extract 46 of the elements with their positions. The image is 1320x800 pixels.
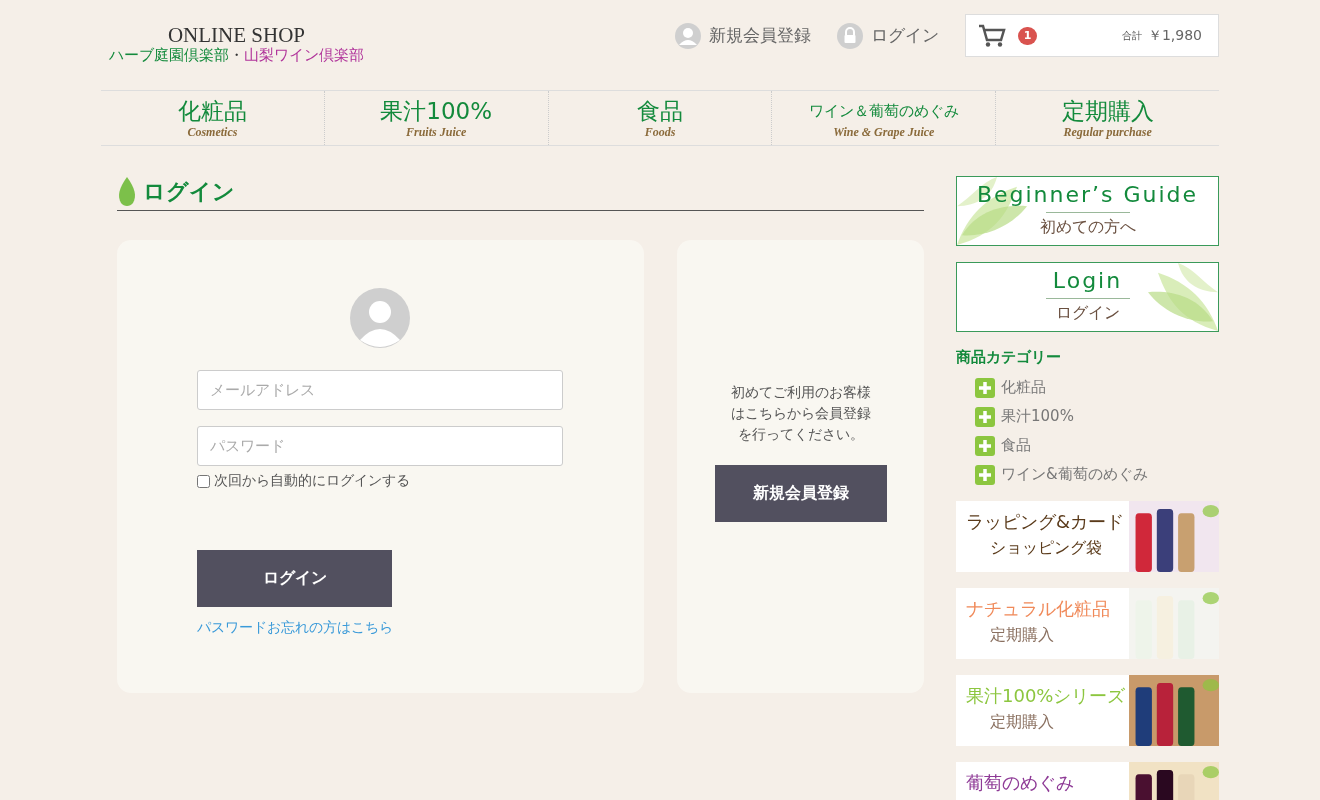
page-title: ログイン [143,178,235,206]
promo-banner[interactable]: ラッピング&カード ショッピング袋 [956,501,1219,572]
category-link[interactable]: 化粧品 [1001,378,1046,397]
club-name: 山梨ワイン倶楽部 [244,46,364,64]
login-button[interactable]: ログイン [197,550,392,607]
category-link[interactable]: 果汁100% [1001,407,1074,426]
club-name: ・ [229,46,244,64]
plus-icon [975,406,995,427]
promo-banner[interactable]: 葡萄のめぐみ [956,762,1219,800]
register-message: を行ってください。 [737,425,864,444]
cart-count-badge: 1 [1018,26,1037,45]
register-message: 初めてご利用のお客様 [730,383,871,402]
password-field[interactable]: パスワード [197,426,563,466]
club-name: ハーブ庭園倶楽部 [109,46,229,64]
nav-item[interactable]: ワイン＆葡萄のめぐみ Wine & Grape Juice [771,91,996,145]
plus-icon [975,377,995,398]
category-link[interactable]: ワイン&葡萄のめぐみ [1001,465,1148,484]
remember-label: 次回から自動的にログインする [214,472,410,490]
user-icon [675,22,701,49]
register-message: はこちらから会員登録 [730,404,871,423]
avatar-icon [350,288,410,348]
remember-checkbox[interactable] [197,474,210,488]
promo-banner[interactable]: 果汁100%シリーズ 定期購入 [956,675,1219,746]
nav-item[interactable]: 化粧品 Cosmetics [101,91,324,145]
guide-banner[interactable]: Login ログイン [956,262,1219,332]
nav-item[interactable]: 定期購入 Regular purchase [995,91,1219,145]
guide-banner[interactable]: Beginner’s Guide 初めての方へ [956,176,1219,246]
register-button[interactable]: 新規会員登録 [714,465,887,522]
cart-icon [978,23,1006,48]
category-link[interactable]: 食品 [1001,436,1031,455]
forgot-password-link[interactable]: パスワードお忘れの方はこちら [197,619,393,637]
promo-banner[interactable]: ナチュラル化粧品 定期購入 [956,588,1219,659]
total-label: 合計 [1121,28,1142,43]
leaf-icon [117,176,137,208]
category-heading: 商品カテゴリー [956,348,1062,367]
plus-icon [975,435,995,456]
nav-item[interactable]: 食品 Foods [547,91,772,145]
lock-icon [837,22,863,49]
register-link[interactable]: 新規会員登録 [675,22,811,49]
login-link[interactable]: ログイン [837,22,939,49]
cart-box[interactable]: 1 合計 ￥1,980 [965,14,1219,57]
cart-total: ￥1,980 [1147,26,1202,45]
email-field[interactable]: メールアドレス [197,370,563,410]
nav-item[interactable]: 果汁100% Fruits Juice [323,91,548,145]
plus-icon [975,464,995,485]
shop-logo[interactable]: ONLINE SHOP [167,24,306,46]
